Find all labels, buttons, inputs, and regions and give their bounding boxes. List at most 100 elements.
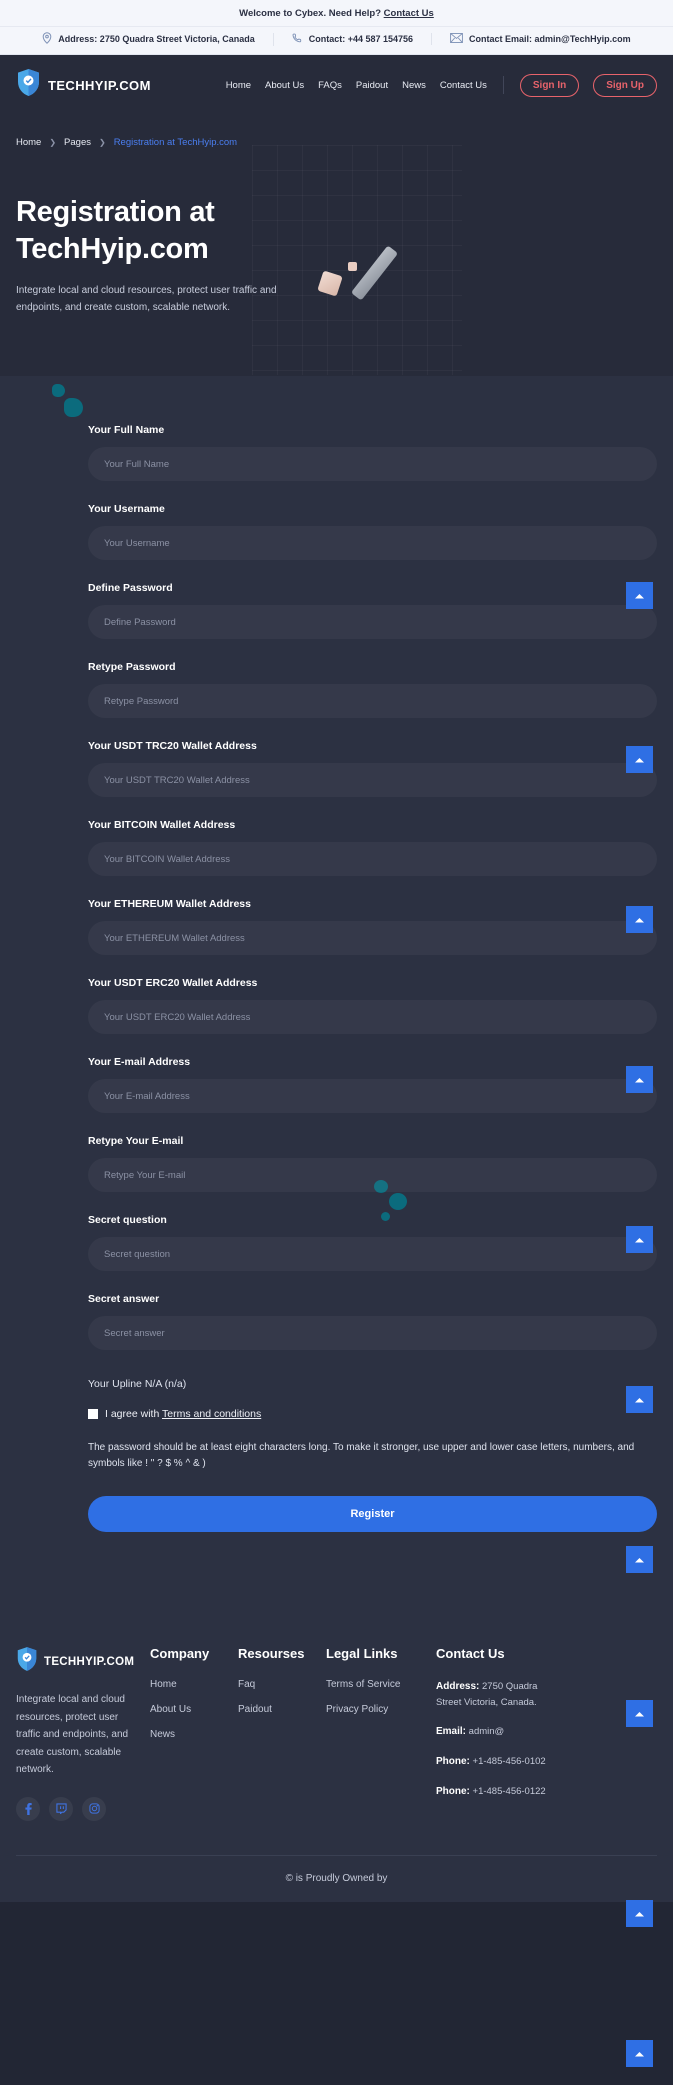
chevron-up-icon: [634, 1391, 645, 1409]
footer-contact-phone-1-value: +1-485-456-0102: [469, 1756, 546, 1768]
field-retype-password: Retype Password: [88, 661, 657, 719]
topbar-welcome: Welcome to Cybex. Need Help? Contact Us: [0, 8, 673, 26]
label-bitcoin-wallet: Your BITCOIN Wallet Address: [88, 819, 236, 832]
nav-item-about-us[interactable]: About Us: [265, 80, 304, 91]
nav-divider: [502, 76, 504, 94]
chevron-right-icon: ❯: [98, 138, 106, 147]
scroll-to-top-button[interactable]: [626, 1700, 653, 1727]
footer-link-privacy-policy[interactable]: Privacy Policy: [326, 1704, 436, 1715]
label-ethereum-wallet: Your ETHEREUM Wallet Address: [88, 898, 251, 911]
nav-item-contact-us[interactable]: Contact Us: [440, 80, 487, 91]
breadcrumb-item-home[interactable]: Home: [16, 137, 41, 148]
input-define-password[interactable]: [88, 605, 657, 640]
field-username: Your Username: [88, 503, 657, 561]
page-subtitle: Integrate local and cloud resources, pro…: [16, 285, 277, 313]
register-button[interactable]: Register: [88, 1496, 657, 1533]
input-secret-question[interactable]: [88, 1237, 657, 1272]
hero-rod-shape-icon: [350, 245, 399, 301]
scroll-to-top-button[interactable]: [626, 1066, 653, 1093]
breadcrumb: Home ❯ Pages ❯ Registration at TechHyip.…: [16, 137, 657, 148]
envelope-icon: [450, 33, 463, 45]
footer-link-paidout[interactable]: Paidout: [238, 1704, 326, 1715]
scroll-to-top-button[interactable]: [626, 582, 653, 609]
topbar-contact-link[interactable]: Contact Us: [384, 8, 434, 19]
field-bitcoin-wallet: Your BITCOIN Wallet Address: [88, 819, 657, 877]
topbar-email-text: Contact Email: admin@TechHyip.com: [469, 34, 631, 44]
hero-section: Home ❯ Pages ❯ Registration at TechHyip.…: [0, 115, 673, 377]
scroll-to-top-button[interactable]: [626, 1546, 653, 1573]
field-ethereum-wallet: Your ETHEREUM Wallet Address: [88, 898, 657, 956]
footer-contact-phone-2: Phone: +1-485-456-0122: [436, 1784, 546, 1800]
terms-agree-prefix: I agree with: [105, 1408, 163, 1421]
nav-item-home[interactable]: Home: [226, 80, 251, 91]
topbar-phone: Contact: +44 587 154756: [272, 32, 431, 46]
input-email[interactable]: [88, 1079, 657, 1114]
footer-link-news[interactable]: News: [150, 1729, 238, 1740]
footer-contact-address-label: Address:: [436, 1681, 480, 1693]
footer-social-links: [16, 1796, 136, 1821]
field-secret-answer: Secret answer: [88, 1293, 657, 1351]
nav-item-faqs[interactable]: FAQs: [318, 80, 342, 91]
input-full-name[interactable]: [88, 447, 657, 482]
label-full-name: Your Full Name: [88, 424, 165, 437]
facebook-icon[interactable]: [16, 1796, 40, 1821]
nav-item-paidout[interactable]: Paidout: [356, 80, 388, 91]
topbar-info-row: Address: 2750 Quadra Street Victoria, Ca…: [0, 26, 673, 54]
label-retype-password: Retype Password: [88, 661, 176, 674]
page-root: Welcome to Cybex. Need Help? Contact Us …: [0, 0, 673, 2067]
chevron-up-icon: [634, 1905, 645, 1923]
input-usdt-erc20-wallet[interactable]: [88, 1000, 657, 1035]
chevron-up-icon: [634, 1071, 645, 1089]
location-pin-icon: [42, 32, 52, 46]
input-username[interactable]: [88, 526, 657, 561]
footer-contact-email: Email: admin@: [436, 1724, 546, 1740]
twitch-icon[interactable]: [49, 1796, 73, 1821]
footer-about-text: Integrate local and cloud resources, pro…: [16, 1694, 129, 1776]
brand-logo[interactable]: TECHHYIP.COM: [16, 68, 151, 102]
chevron-up-icon: [634, 2045, 645, 2063]
terms-and-conditions-link[interactable]: Terms and conditions: [162, 1408, 261, 1420]
chevron-up-icon: [634, 751, 645, 769]
footer-link-terms-of-service[interactable]: Terms of Service: [326, 1679, 436, 1690]
footer-column-title-contact: Contact Us: [436, 1646, 505, 1662]
registration-form-section: Your Full Name Your Username Define Pass…: [0, 376, 673, 1593]
footer-contact-email-value: admin@: [466, 1726, 505, 1738]
terms-agree-label: I agree with Terms and conditions: [105, 1408, 261, 1420]
footer-column-company: Company Home About Us News: [150, 1646, 238, 1754]
chevron-up-icon: [634, 1231, 645, 1249]
input-secret-answer[interactable]: [88, 1316, 657, 1351]
breadcrumb-item-pages[interactable]: Pages: [64, 137, 91, 148]
input-ethereum-wallet[interactable]: [88, 921, 657, 956]
label-username: Your Username: [88, 503, 165, 516]
instagram-icon[interactable]: [82, 1796, 106, 1821]
input-bitcoin-wallet[interactable]: [88, 842, 657, 877]
footer-link-about-us[interactable]: About Us: [150, 1704, 238, 1715]
scroll-to-top-button[interactable]: [626, 906, 653, 933]
field-retype-email: Retype Your E-mail: [88, 1135, 657, 1193]
page-title: Registration at TechHyip.com: [16, 196, 215, 265]
site-footer: TECHHYIP.COM Integrate local and cloud r…: [0, 1592, 673, 1902]
input-retype-password[interactable]: [88, 684, 657, 719]
footer-brand[interactable]: TECHHYIP.COM: [16, 1646, 136, 1677]
input-retype-email[interactable]: [88, 1158, 657, 1193]
site-header: TECHHYIP.COM Home About Us FAQs Paidout …: [0, 55, 673, 115]
scroll-to-top-button[interactable]: [626, 2040, 653, 2067]
field-secret-question: Secret question: [88, 1214, 657, 1272]
sign-up-button[interactable]: Sign Up: [593, 73, 657, 97]
footer-link-home[interactable]: Home: [150, 1679, 238, 1690]
scroll-to-top-button[interactable]: [626, 1386, 653, 1413]
footer-column-title-company: Company: [150, 1646, 210, 1662]
label-usdt-erc20-wallet: Your USDT ERC20 Wallet Address: [88, 977, 258, 990]
terms-checkbox[interactable]: [88, 1409, 98, 1420]
label-secret-question: Secret question: [88, 1214, 167, 1227]
footer-contact-phone-1-label: Phone:: [436, 1756, 470, 1768]
label-usdt-trc20-wallet: Your USDT TRC20 Wallet Address: [88, 740, 257, 753]
scroll-to-top-button[interactable]: [626, 746, 653, 773]
nav-item-news[interactable]: News: [402, 80, 426, 91]
scroll-to-top-button[interactable]: [626, 1900, 653, 1927]
topbar-email: Contact Email: admin@TechHyip.com: [431, 33, 649, 45]
footer-link-faq[interactable]: Faq: [238, 1679, 326, 1690]
scroll-to-top-button[interactable]: [626, 1226, 653, 1253]
input-usdt-trc20-wallet[interactable]: [88, 763, 657, 798]
sign-in-button[interactable]: Sign In: [519, 73, 580, 97]
